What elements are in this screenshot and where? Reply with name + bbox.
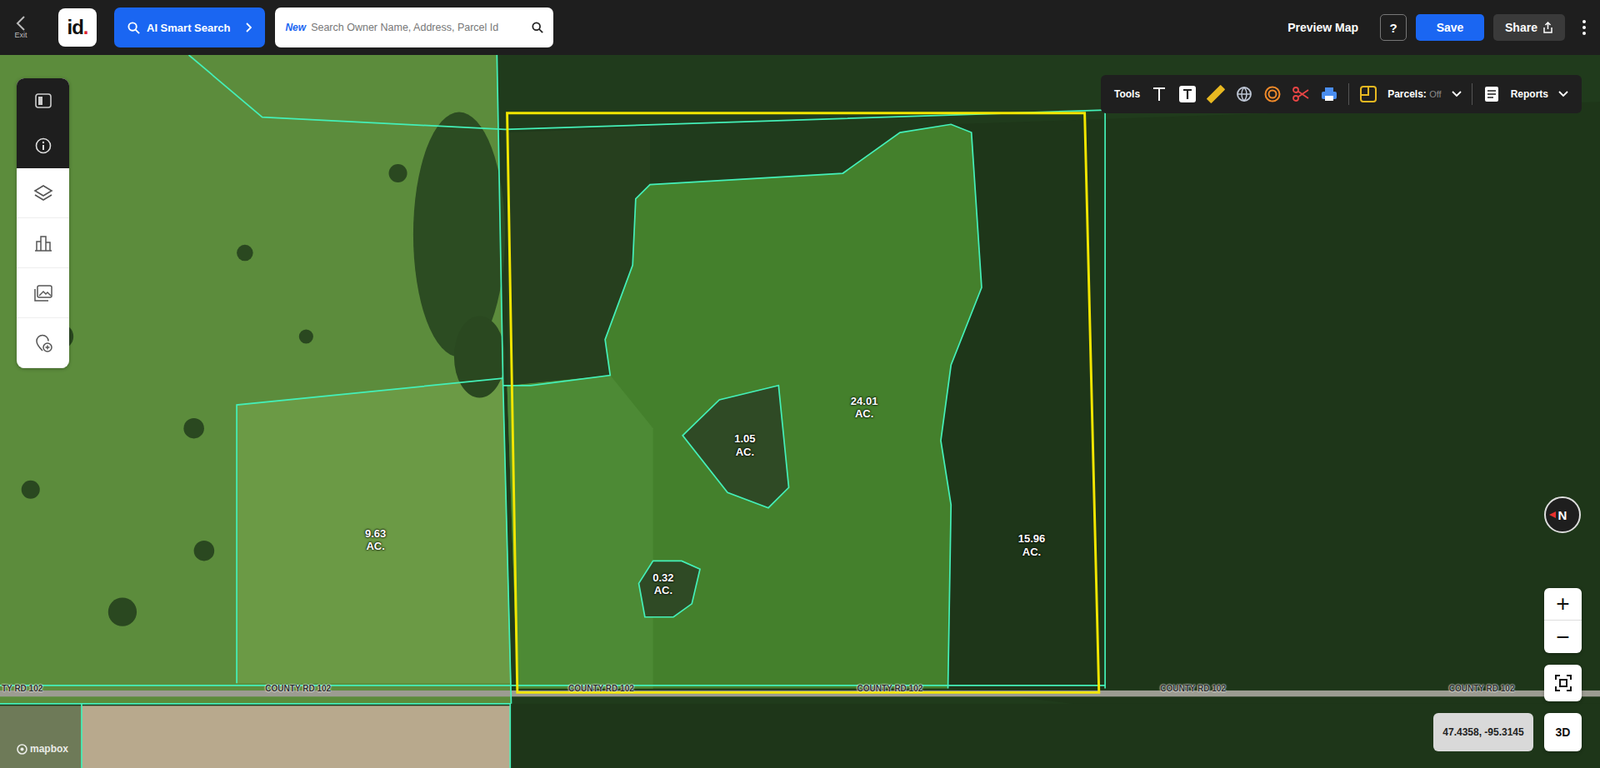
reports-button[interactable]: Reports	[1510, 88, 1549, 100]
new-badge: New	[285, 21, 306, 34]
compass-arrow-icon	[1549, 511, 1556, 519]
search-icon[interactable]	[531, 21, 544, 34]
ai-smart-search-label: AI Smart Search	[146, 21, 230, 35]
compass-label: N	[1558, 508, 1568, 523]
scissors-icon[interactable]	[1291, 85, 1310, 104]
more-menu-icon[interactable]	[1580, 20, 1589, 35]
ruler-icon[interactable]	[1206, 85, 1225, 104]
road-label: COUNTY RD 102	[1160, 684, 1226, 694]
parcel-acres: 9.63	[365, 527, 386, 541]
mapbox-attribution[interactable]: mapbox	[16, 743, 69, 755]
3d-button[interactable]: 3D	[1544, 713, 1582, 752]
parcel-label[interactable]: 24.01AC.	[850, 395, 879, 421]
fullscreen-icon	[1554, 674, 1573, 693]
add-location-button[interactable]	[16, 318, 70, 369]
parcels-toggle[interactable]: Parcels: Off	[1387, 88, 1442, 100]
search-field[interactable]: New	[275, 7, 554, 48]
parcels-label: Parcels:	[1387, 88, 1427, 100]
preview-map-button[interactable]: Preview Map	[1287, 20, 1359, 35]
road-label: COUNTY RD 102	[265, 684, 331, 694]
parcel-acres: 0.32	[652, 571, 674, 585]
parcel-label[interactable]: 9.63AC.	[365, 527, 386, 554]
globe-icon[interactable]	[1235, 85, 1254, 104]
parcel-acres: 15.96	[1018, 532, 1046, 546]
road-label: COUNTY RD 102	[568, 684, 635, 694]
parcel-unit: AC.	[652, 585, 674, 599]
fullscreen-button[interactable]	[1544, 665, 1582, 702]
parcel-acres: 1.05	[734, 432, 755, 446]
panel-toggle[interactable]	[16, 78, 70, 124]
exit-label: Exit	[14, 31, 27, 40]
mapbox-label: mapbox	[30, 743, 69, 755]
tools-toolbar: Tools Parcels: Off Reports	[1100, 75, 1582, 114]
print-icon[interactable]	[1320, 85, 1339, 104]
ai-smart-search-button[interactable]: AI Smart Search	[114, 7, 265, 48]
text-box-tool-icon[interactable]	[1178, 85, 1197, 104]
imagery-button[interactable]	[16, 268, 70, 319]
mapbox-logo-icon	[16, 744, 28, 755]
panel-icon	[35, 93, 52, 109]
share-icon	[1542, 21, 1554, 34]
reports-icon[interactable]	[1482, 85, 1501, 104]
search-input[interactable]	[310, 21, 527, 34]
layers-icon	[33, 184, 54, 203]
parcel-unit: AC.	[1018, 545, 1046, 560]
top-bar: Exit id. AI Smart Search New Preview Map…	[0, 0, 1600, 55]
road-label: COUNTY RD 102	[1449, 684, 1515, 694]
chevron-down-icon[interactable]	[1451, 90, 1462, 98]
zoom-in-button[interactable]: +	[1544, 588, 1582, 621]
parcels-state: Off	[1429, 89, 1441, 100]
info-icon	[35, 137, 52, 155]
parcel-acres: 24.01	[850, 395, 879, 409]
radius-icon[interactable]	[1263, 85, 1282, 104]
zoom-out-button[interactable]: −	[1544, 620, 1582, 654]
parcel-unit: AC.	[734, 445, 755, 460]
chevron-right-icon	[245, 22, 252, 33]
chevron-down-icon[interactable]	[1558, 90, 1569, 98]
zoom-control: + −	[1544, 588, 1582, 654]
help-button[interactable]: ?	[1380, 14, 1407, 41]
search-icon	[127, 21, 140, 35]
logo-text: id	[67, 15, 84, 40]
exit-button[interactable]: Exit	[10, 15, 32, 40]
buildings-icon	[34, 234, 53, 253]
satellite-map[interactable]	[0, 55, 1600, 768]
map-view[interactable]: 9.63AC.24.01AC.1.05AC.0.32AC.15.96AC.TY …	[0, 55, 1600, 768]
back-arrow-icon	[15, 15, 27, 32]
logo[interactable]: id.	[58, 8, 97, 47]
image-icon	[34, 285, 53, 302]
parcels-icon[interactable]	[1359, 85, 1378, 104]
info-button[interactable]	[16, 123, 70, 169]
coordinates-readout: 47.4358, -95.3145	[1433, 713, 1534, 752]
location-plus-icon	[34, 334, 53, 353]
parcel-label[interactable]: 1.05AC.	[734, 432, 755, 459]
3d-label: 3D	[1555, 725, 1571, 740]
text-tool-icon[interactable]	[1150, 85, 1169, 104]
road-label: COUNTY RD 102	[857, 684, 924, 694]
parcel-unit: AC.	[365, 540, 386, 555]
parcel-unit: AC.	[850, 408, 879, 422]
side-toolbar	[16, 78, 70, 369]
share-label: Share	[1505, 20, 1538, 35]
tools-label: Tools	[1114, 88, 1140, 100]
share-button[interactable]: Share	[1493, 14, 1565, 41]
parcel-label[interactable]: 15.96AC.	[1018, 532, 1046, 559]
logo-dot: .	[83, 15, 89, 40]
road-label: TY RD 102	[1, 684, 43, 694]
buildings-button[interactable]	[16, 218, 70, 269]
compass[interactable]: N	[1544, 496, 1581, 534]
save-button[interactable]: Save	[1415, 14, 1485, 41]
parcel-label[interactable]: 0.32AC.	[652, 571, 674, 598]
layers-button[interactable]	[16, 168, 70, 219]
